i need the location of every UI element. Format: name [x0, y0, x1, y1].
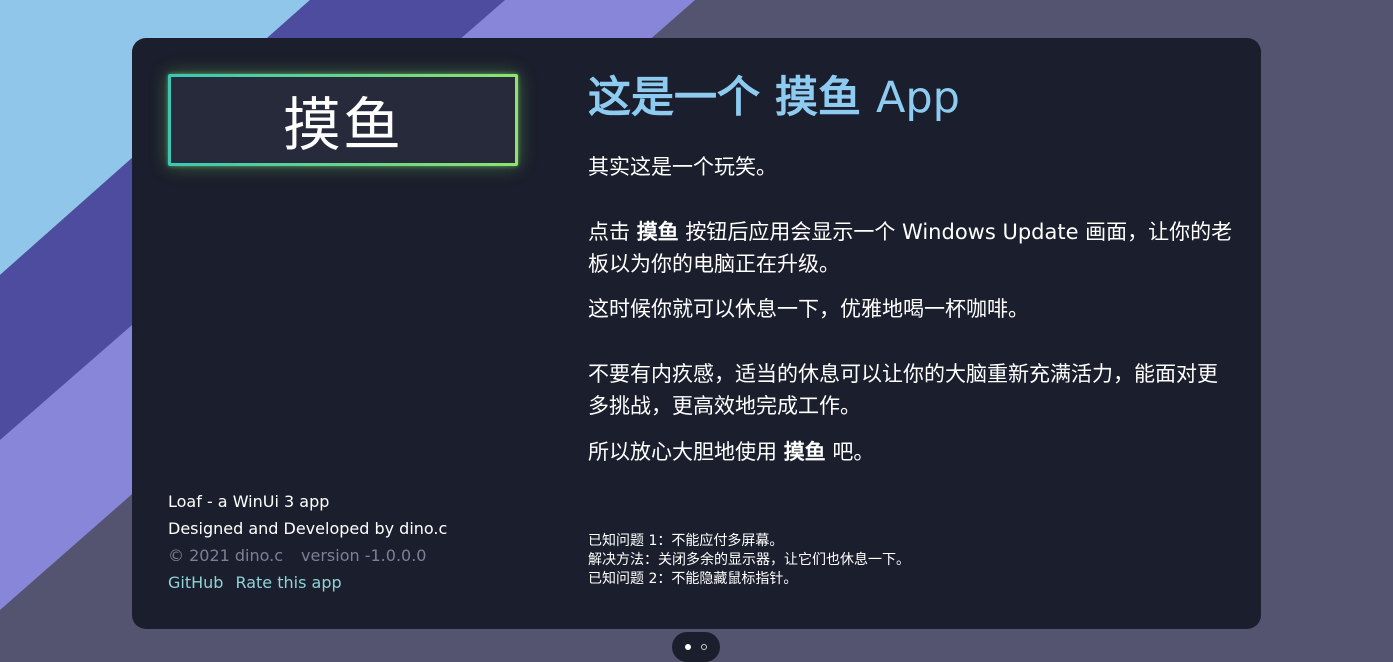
footer-links: GitHub Rate this app: [168, 569, 447, 596]
app-name: Loaf - a WinUi 3 app: [168, 492, 330, 511]
title-app: App: [875, 73, 960, 123]
paragraph-update-text-rest: 按钮后应用会显示一个 Windows Update 画面，让你的老板以为你的电脑…: [588, 220, 1233, 276]
paragraph-use-text: 所以放心大胆地使用: [588, 440, 784, 464]
page-dot-1[interactable]: [685, 644, 691, 650]
paragraph-update-bold: 摸鱼: [636, 220, 679, 244]
page-dot-2[interactable]: [701, 644, 707, 650]
version-line: © 2021 dino.c version -1.0.0.0: [168, 542, 447, 569]
title-chinese: 这是一个 摸鱼: [588, 73, 861, 123]
loaf-button-label: 摸鱼: [282, 91, 403, 159]
paragraph-update-text: 点击: [588, 220, 637, 244]
app-info-footer: Loaf - a WinUi 3 app Designed and Develo…: [168, 488, 447, 596]
known-issue-1: 已知问题 1：不能应付多屏幕。: [588, 533, 784, 549]
known-issue-2: 已知问题 2：不能隐藏鼠标指针。: [588, 571, 798, 587]
page-title: 这是一个 摸鱼 App: [588, 68, 1238, 128]
workaround-1: 解决方法：关闭多余的显示器，让它们也休息一下。: [588, 552, 910, 568]
description: 这是一个 摸鱼 App 其实这是一个玩笑。 点击 摸鱼 按钮后应用会显示一个 W…: [588, 68, 1238, 464]
rate-app-link[interactable]: Rate this app: [235, 573, 341, 592]
about-card: 摸鱼 Loaf - a WinUi 3 app Designed and Dev…: [132, 38, 1261, 629]
paragraph-use-text-rest: 吧。: [825, 440, 875, 464]
intro-text: 其实这是一个玩笑。: [588, 155, 777, 179]
copyright: © 2021 dino.c: [168, 546, 284, 565]
paragraph-no-guilt: 不要有内疚感，适当的休息可以让你的大脑重新充满活力，能面对更多挑战，更高效地完成…: [588, 362, 1218, 418]
paragraph-coffee: 这时候你就可以休息一下，优雅地喝一杯咖啡。: [588, 297, 1029, 321]
loaf-button[interactable]: 摸鱼: [168, 74, 518, 166]
known-issues: 已知问题 1：不能应付多屏幕。 解决方法：关闭多余的显示器，让它们也休息一下。 …: [588, 532, 910, 589]
paragraph-use-bold: 摸鱼: [783, 440, 826, 464]
github-link[interactable]: GitHub: [168, 573, 223, 592]
paragraph-use: 所以放心大胆地使用 摸鱼 吧。: [588, 436, 1238, 468]
credits: Designed and Developed by dino.c: [168, 519, 448, 538]
page-indicator: [672, 632, 720, 662]
version: version -1.0.0.0: [301, 546, 427, 565]
paragraph-update: 点击 摸鱼 按钮后应用会显示一个 Windows Update 画面，让你的老板…: [588, 216, 1238, 280]
